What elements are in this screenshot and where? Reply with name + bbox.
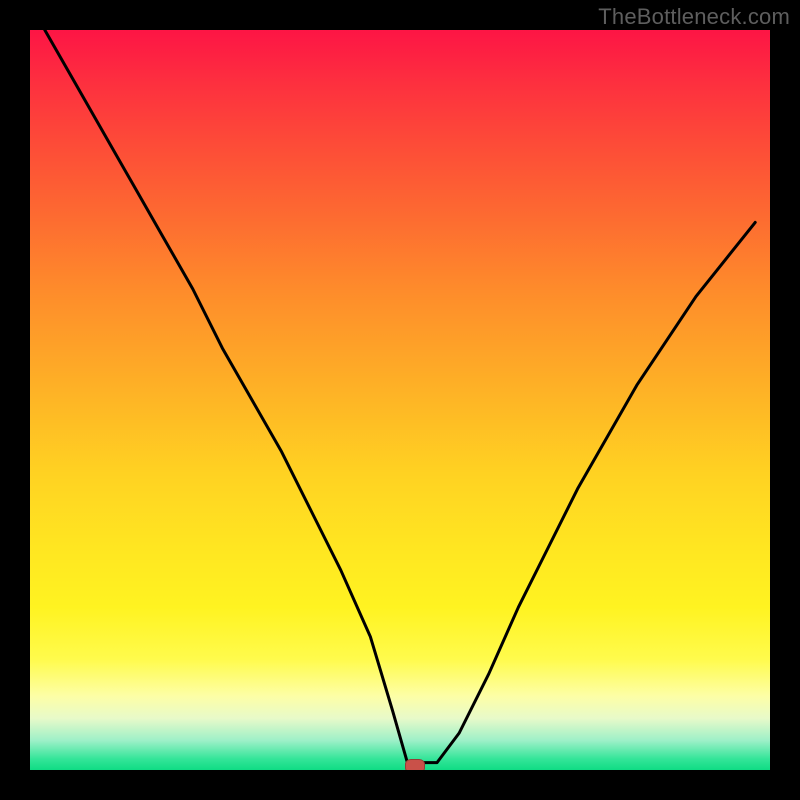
- plot-area: [30, 30, 770, 770]
- bottleneck-curve: [30, 30, 770, 770]
- optimal-point-marker: [405, 759, 425, 770]
- attribution-text: TheBottleneck.com: [598, 4, 790, 30]
- chart-frame: TheBottleneck.com: [0, 0, 800, 800]
